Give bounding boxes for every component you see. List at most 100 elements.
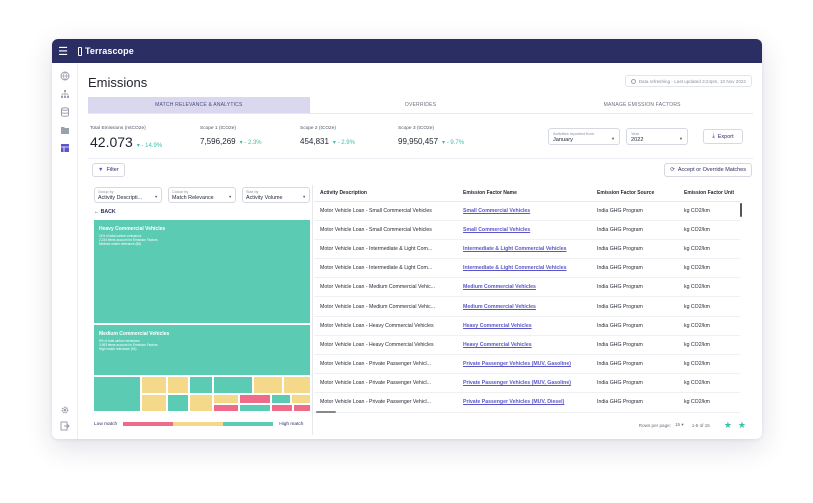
emission-factor-link[interactable]: Small Commercial Vehicles [457, 220, 591, 240]
tab-match-relevance[interactable]: MATCH RELEVANCE & ANALYTICS [88, 97, 310, 113]
activity-description-cell: Motor Vehicle Loan - Small Commercial Ve… [314, 220, 457, 240]
table-row[interactable]: Motor Vehicle Loan - Intermediate & Ligh… [314, 258, 740, 279]
kpi-value: 454,831 [300, 137, 329, 146]
org-hierarchy-icon[interactable] [60, 89, 70, 99]
accept-override-label: Accept or Override Matches [677, 167, 746, 173]
emission-factor-link[interactable]: Private Passenger Vehicles (MUV, Gasolin… [457, 373, 591, 394]
star-icon[interactable]: ★ [738, 420, 746, 431]
filter-button[interactable]: ▼ Filter [92, 163, 125, 177]
activity-description-cell: Motor Vehicle Loan - Private Passenger V… [314, 373, 457, 394]
block-title: Heavy Commercial Vehicles [99, 226, 166, 232]
treemap-tile[interactable] [190, 395, 212, 411]
globe-icon[interactable] [60, 71, 70, 81]
legend-high-label: High match [279, 421, 304, 427]
table-row[interactable]: Motor Vehicle Loan - Private Passenger V… [314, 373, 740, 394]
refresh-status: Data refreshing - Last updated 3:24pm, 1… [624, 75, 752, 87]
colour-by-select[interactable]: Colour by Match Relevance ▼ [168, 187, 236, 203]
table-row[interactable]: Motor Vehicle Loan - Medium Commercial V… [314, 277, 740, 298]
activity-description-cell: Motor Vehicle Loan - Medium Commercial V… [314, 277, 457, 298]
treemap-tile[interactable] [240, 395, 270, 403]
kpi-scope-1: Scope 1 (tCO2e) 7,596,269 ▾ - 2.3% [200, 126, 262, 146]
treemap-tile[interactable] [142, 377, 166, 393]
kpi-delta: ▾ - 14.9% [136, 143, 163, 149]
treemap-tile[interactable] [272, 395, 290, 403]
emission-factor-link[interactable]: Small Commercial Vehicles [457, 201, 591, 221]
accept-override-button[interactable]: ⟳ Accept or Override Matches [664, 163, 752, 177]
kpi-label: Scope 3 (tCO2e) [398, 126, 434, 131]
settings-gear-icon[interactable] [60, 405, 70, 415]
treemap-tile[interactable] [142, 395, 166, 411]
emission-factor-link[interactable]: Intermediate & Light Commercial Vehicles [457, 239, 591, 260]
vertical-scrollbar[interactable] [740, 203, 742, 217]
column-header[interactable]: Emission Factor Name [457, 185, 591, 202]
app-logo[interactable]: Terrascope [78, 46, 134, 56]
back-button[interactable]: ← BACK [94, 209, 116, 215]
emission-factor-unit-cell: kg CO2/km [678, 239, 740, 260]
kpi-delta-text: - 2.9% [337, 140, 355, 146]
tab-manage-emission-factors[interactable]: MANAGE EMISSION FACTORS [531, 97, 753, 113]
refresh-circle-icon: ⟳ [670, 167, 675, 173]
column-header[interactable]: Emission Factor Unit [678, 185, 740, 202]
treemap-tile[interactable] [284, 377, 310, 393]
table-row[interactable]: Motor Vehicle Loan - Heavy Commercial Ve… [314, 316, 740, 336]
block-line: Medium match relevance (86) [99, 242, 142, 247]
table-row[interactable]: Motor Vehicle Loan - Intermediate & Ligh… [314, 239, 740, 260]
column-header[interactable]: Activity Description [314, 185, 457, 202]
treemap-tile[interactable] [292, 395, 310, 403]
treemap-block-heavy[interactable]: Heavy Commercial Vehicles 11% of total c… [94, 220, 310, 323]
select-label: Colour by [172, 190, 189, 194]
database-icon[interactable] [60, 107, 70, 117]
emission-factor-link[interactable]: Heavy Commercial Vehicles [457, 335, 591, 356]
logout-icon[interactable] [60, 421, 70, 431]
table-row[interactable]: Motor Vehicle Loan - Small Commercial Ve… [314, 220, 740, 240]
app-name: Terrascope [85, 46, 134, 56]
match-legend: Low match High match [94, 418, 310, 430]
legend-gradient-bar [123, 422, 274, 426]
treemap-tile[interactable] [254, 377, 282, 393]
hamburger-menu-icon[interactable]: ☰ [52, 39, 74, 63]
tab-overrides[interactable]: OVERRIDES [310, 97, 532, 113]
treemap-tile[interactable] [294, 405, 310, 411]
rows-per-page-select[interactable]: 15 ▾ [675, 422, 684, 428]
size-by-select[interactable]: Size by Activity Volume ▼ [242, 187, 310, 203]
block-title: Medium Commercial Vehicles [99, 331, 170, 337]
star-icon[interactable]: ★ [724, 420, 732, 431]
treemap-tile[interactable] [214, 395, 238, 403]
emission-factor-link[interactable]: Heavy Commercial Vehicles [457, 316, 591, 336]
treemap-tile[interactable] [168, 395, 188, 411]
emission-factor-link[interactable]: Private Passenger Vehicles (MUV, Diesel) [457, 392, 591, 413]
table-row[interactable]: Motor Vehicle Loan - Private Passenger V… [314, 354, 740, 375]
treemap: Heavy Commercial Vehicles 11% of total c… [94, 220, 310, 411]
emission-factor-link[interactable]: Private Passenger Vehicles (MUV, Gasolin… [457, 354, 591, 375]
treemap-block-medium[interactable]: Medium Commercial Vehicles 9% of total c… [94, 325, 310, 375]
group-by-select[interactable]: Group by Activity Descripti... ▼ [94, 187, 162, 203]
treemap-tile[interactable] [272, 405, 292, 411]
export-button[interactable]: ⤓ Export [703, 129, 743, 144]
treemap-tile[interactable] [214, 377, 252, 393]
activities-month-select[interactable]: Activities reported from January ▼ [548, 128, 620, 145]
activity-description-cell: Motor Vehicle Loan - Intermediate & Ligh… [314, 258, 457, 279]
dashboard-icon[interactable] [60, 143, 70, 153]
folder-icon[interactable] [60, 125, 70, 135]
treemap-tile[interactable] [168, 377, 188, 393]
emission-factor-link[interactable]: Medium Commercial Vehicles [457, 277, 591, 298]
table-row[interactable]: Motor Vehicle Loan - Small Commercial Ve… [314, 201, 740, 221]
table-row[interactable]: Motor Vehicle Loan - Medium Commercial V… [314, 296, 740, 317]
kpi-delta: ▾ - 9.7% [442, 140, 465, 146]
select-label: Activities reported from [553, 131, 594, 136]
horizontal-scrollbar[interactable] [316, 411, 336, 413]
treemap-tile[interactable] [94, 377, 140, 411]
treemap-tile[interactable] [240, 405, 270, 411]
treemap-tile[interactable] [190, 377, 212, 393]
table-row[interactable]: Motor Vehicle Loan - Heavy Commercial Ve… [314, 335, 740, 356]
table-row[interactable]: Motor Vehicle Loan - Private Passenger V… [314, 392, 740, 413]
app-window: ☰ Terrascope Emissions Data refreshing -… [52, 39, 762, 439]
matches-table-panel: Activity Description Emission Factor Nam… [314, 185, 752, 435]
year-select[interactable]: Year 2022 ▼ [626, 128, 688, 145]
emission-factor-link[interactable]: Intermediate & Light Commercial Vehicles [457, 258, 591, 279]
treemap-tile[interactable] [214, 405, 238, 411]
emission-factor-unit-cell: kg CO2/km [678, 258, 740, 279]
caret-down-icon: ▼ [679, 136, 683, 141]
column-header[interactable]: Emission Factor Source [591, 185, 678, 202]
emission-factor-link[interactable]: Medium Commercial Vehicles [457, 296, 591, 317]
